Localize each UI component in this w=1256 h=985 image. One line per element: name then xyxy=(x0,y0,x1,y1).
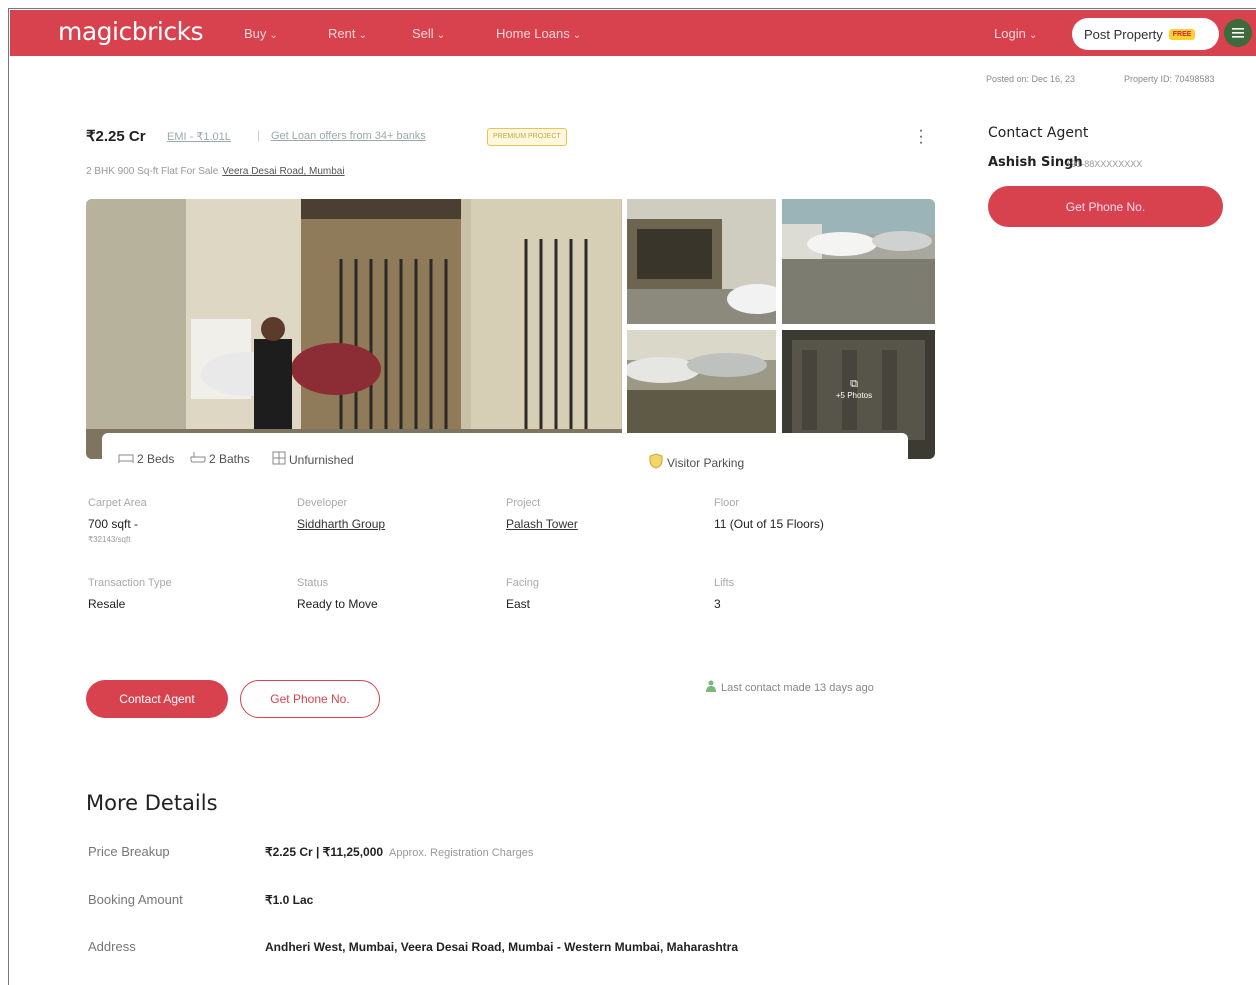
furnishing-label: Unfurnished xyxy=(289,452,354,467)
agent-get-phone-button[interactable]: Get Phone No. xyxy=(988,186,1223,227)
floor-label: Floor xyxy=(714,497,740,509)
parking-label: Visitor Parking xyxy=(667,455,745,470)
last-contact-label: Last contact made 13 days ago xyxy=(721,681,874,694)
status-value: Ready to Move xyxy=(297,597,378,611)
gallery-photo-3[interactable] xyxy=(782,199,935,324)
carpet-area-label: Carpet Area xyxy=(88,497,147,509)
magicbricks-logo[interactable]: magicbricks xyxy=(58,17,204,46)
price-breakup-value: ₹2.25 Cr | ₹11,25,000 Approx. Registratio… xyxy=(265,845,533,859)
post-property-button[interactable]: Post Property FREE xyxy=(1072,18,1219,50)
bed-icon xyxy=(118,451,134,466)
property-subtitle: 2 BHK 900 Sq-ft Flat For Sale Veera Desai… xyxy=(86,166,345,177)
nav-sell-label: Sell xyxy=(412,26,434,41)
nav-home-loans-label: Home Loans xyxy=(496,26,570,41)
nav-rent-label: Rent xyxy=(328,26,356,41)
divider: | xyxy=(257,128,261,142)
chevron-down-icon: ⌄ xyxy=(269,30,278,41)
property-id: Property ID: 70498583 xyxy=(1124,74,1215,84)
project-link[interactable]: Palash Tower xyxy=(506,517,578,531)
property-price: ₹2.25 Cr xyxy=(86,128,146,145)
address-value: Andheri West, Mumbai, Veera Desai Road, … xyxy=(265,940,739,954)
lifts-value: 3 xyxy=(714,597,721,611)
address-label: Address xyxy=(88,939,136,954)
price-per-sqft: ₹32143/sqft xyxy=(88,535,131,544)
status-label: Status xyxy=(297,577,329,589)
parking-icon xyxy=(648,453,664,472)
price-breakup-label: Price Breakup xyxy=(88,844,170,859)
furniture-icon xyxy=(272,451,286,468)
developer-label: Developer xyxy=(297,497,348,509)
more-photos-overlay[interactable]: ⧉ +5 Photos xyxy=(834,378,874,400)
photo-count-label: +5 Photos xyxy=(835,391,873,400)
loan-offers-link[interactable]: Get Loan offers from 34+ banks xyxy=(271,130,426,142)
nav-rent[interactable]: Rent ⌄ xyxy=(328,26,367,41)
baths-label: 2 Baths xyxy=(209,451,250,466)
booking-amount-value: ₹1.0 Lac xyxy=(265,893,314,907)
login-label: Login xyxy=(994,26,1026,41)
beds-label: 2 Beds xyxy=(137,451,175,466)
price-breakup-amount: ₹2.25 Cr | ₹11,25,000 xyxy=(265,845,384,859)
nav-home-loans[interactable]: Home Loans ⌄ xyxy=(496,26,581,41)
get-phone-button[interactable]: Get Phone No. xyxy=(240,680,380,718)
chevron-down-icon: ⌄ xyxy=(358,30,367,41)
premium-project-badge: PREMIUM PROJECT xyxy=(487,128,567,146)
amenity-strip: 2 Beds 2 Baths Unfurnished Visitor Parki… xyxy=(102,433,908,478)
chevron-down-icon: ⌄ xyxy=(1028,30,1038,41)
hamburger-menu-button[interactable] xyxy=(1224,19,1252,47)
hamburger-icon xyxy=(1232,28,1244,38)
gallery-photo-2[interactable] xyxy=(627,199,776,324)
developer-link[interactable]: Siddharth Group xyxy=(297,517,385,531)
project-label: Project xyxy=(506,497,541,509)
photos-icon: ⧉ xyxy=(850,378,858,390)
property-title: 2 BHK 900 Sq-ft Flat For Sale xyxy=(86,166,219,177)
emi-link[interactable]: EMI - ₹1.01L xyxy=(167,130,231,143)
location-link[interactable]: Veera Desai Road, Mumbai xyxy=(222,166,344,177)
person-icon xyxy=(706,680,716,695)
top-navigation-bar: magicbricks Buy ⌄ Rent ⌄ Sell ⌄ Home Loans ⌄… xyxy=(10,10,1256,56)
booking-amount-label: Booking Amount xyxy=(88,892,183,907)
nav-buy-label: Buy xyxy=(244,26,267,41)
agent-phone-masked: +91-88XXXXXXXX xyxy=(1066,159,1143,169)
more-options-icon[interactable]: · · · xyxy=(918,123,924,151)
furnishing-info: Unfurnished xyxy=(272,451,354,468)
more-details-heading: More Details xyxy=(86,791,218,815)
bath-icon xyxy=(190,451,206,466)
facing-value: East xyxy=(506,597,531,611)
contact-agent-button[interactable]: Contact Agent xyxy=(86,680,228,718)
chevron-down-icon: ⌄ xyxy=(436,30,446,41)
post-property-label: Post Property xyxy=(1084,26,1163,42)
free-badge: FREE xyxy=(1168,28,1196,40)
last-contact-info: Last contact made 13 days ago xyxy=(706,680,874,695)
nav-sell[interactable]: Sell ⌄ xyxy=(412,26,445,41)
transaction-type-value: Resale xyxy=(88,597,126,611)
facing-label: Facing xyxy=(506,577,540,589)
posted-on-date: Posted on: Dec 16, 23 xyxy=(986,74,1076,84)
chevron-down-icon: ⌄ xyxy=(572,30,582,41)
main-photo[interactable] xyxy=(86,199,622,459)
baths-info: 2 Baths xyxy=(190,451,250,466)
login-menu[interactable]: Login ⌄ xyxy=(994,26,1037,41)
contact-agent-title: Contact Agent xyxy=(988,125,1089,141)
parking-info: Visitor Parking xyxy=(648,453,744,472)
nav-buy[interactable]: Buy ⌄ xyxy=(244,26,278,41)
floor-value: 11 (Out of 15 Floors) xyxy=(714,517,824,531)
beds-info: 2 Beds xyxy=(118,451,174,466)
registration-charges-note: Approx. Registration Charges xyxy=(389,847,534,859)
photo-gallery[interactable] xyxy=(86,199,935,459)
lifts-label: Lifts xyxy=(714,577,735,589)
transaction-type-label: Transaction Type xyxy=(88,577,172,589)
carpet-area-value: 700 sqft - xyxy=(88,517,139,531)
